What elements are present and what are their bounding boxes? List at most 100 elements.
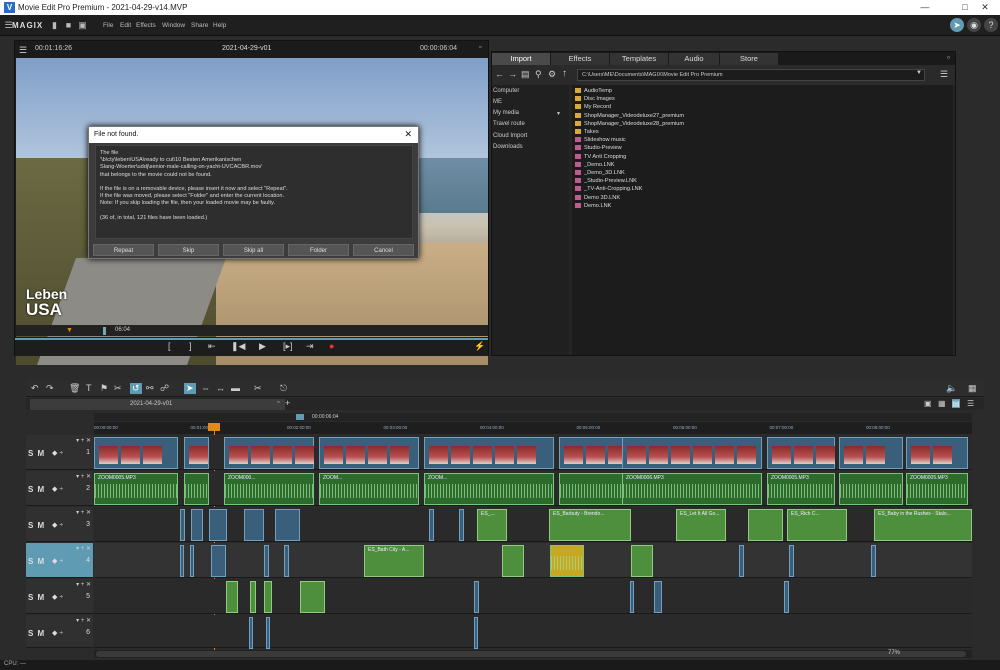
video-clip[interactable] — [622, 437, 762, 469]
record-icon[interactable]: ◉ — [967, 18, 981, 32]
storyboard-view-icon[interactable]: ▣ — [924, 399, 932, 408]
maximize-preview-icon[interactable]: ▫ — [479, 44, 481, 51]
position-bar[interactable] — [15, 338, 488, 340]
render-icon[interactable]: ⚡ — [474, 341, 485, 352]
small-clip[interactable] — [211, 545, 226, 577]
music-clip[interactable]: ES_... — [477, 509, 507, 541]
music-clip[interactable]: ES_Let It All Go... — [676, 509, 726, 541]
split-icon[interactable]: ✂ — [254, 383, 262, 394]
video-clip[interactable] — [839, 437, 903, 469]
file-item[interactable]: ShopManager_Videodeluxe28_premium — [575, 120, 684, 128]
tab-import[interactable]: Import — [492, 53, 550, 65]
menu-help[interactable]: Help — [213, 22, 226, 29]
file-item[interactable]: Disc Images — [575, 95, 615, 103]
chevron-down-icon[interactable]: ▼ — [556, 111, 561, 117]
track-solo-mute[interactable]: S M — [28, 521, 45, 530]
track-lock-icon[interactable]: ◆ ÷ — [52, 557, 63, 565]
video-clip[interactable] — [559, 437, 629, 469]
small-clip[interactable] — [474, 617, 478, 649]
small-clip[interactable] — [784, 581, 789, 613]
record-button-icon[interactable]: ● — [329, 341, 334, 351]
cancel-button[interactable]: Cancel — [353, 244, 414, 256]
timeline-view-icon[interactable]: ▤ — [952, 399, 960, 408]
video-clip[interactable] — [424, 437, 554, 469]
small-clip[interactable] — [191, 509, 203, 541]
path-dropdown-icon[interactable]: ▼ — [916, 70, 922, 76]
small-clip[interactable] — [429, 509, 434, 541]
delete-icon[interactable]: 🗑 — [69, 383, 80, 394]
redo-icon[interactable]: ↷ — [46, 383, 54, 394]
library-icon[interactable]: ▤ — [521, 69, 530, 80]
file-item[interactable]: Studio-Preview — [575, 144, 622, 152]
audio-clip[interactable] — [184, 473, 209, 505]
close-button[interactable]: ✕ — [970, 1, 1000, 14]
video-clip[interactable] — [906, 437, 968, 469]
track-header[interactable]: ▾ + ✕ S M ◆ ÷ 5 — [26, 579, 93, 614]
menu-effects[interactable]: Effects — [136, 22, 156, 29]
file-item[interactable]: _Demo.LNK — [575, 161, 614, 169]
small-clip[interactable] — [266, 617, 270, 649]
tab-close-icon[interactable]: ▫ — [277, 399, 279, 406]
audio-clip[interactable]: ZOOM0005.MP3 — [906, 473, 968, 505]
audio-clip[interactable]: ZOOM... — [424, 473, 554, 505]
mixer-icon[interactable]: ▦ — [968, 383, 977, 394]
back-icon[interactable]: ← — [495, 69, 504, 79]
music-clip[interactable]: ES_Barbuty - Brendo... — [549, 509, 631, 541]
file-item[interactable]: _Demo_3D.LNK — [575, 169, 625, 177]
track-solo-mute[interactable]: S M — [28, 629, 45, 638]
file-item[interactable]: My Record — [575, 103, 611, 111]
track-solo-mute[interactable]: S M — [28, 485, 45, 494]
small-clip[interactable] — [275, 509, 300, 541]
track-lock-icon[interactable]: ◆ ÷ — [52, 629, 63, 637]
track-solo-mute[interactable]: S M — [28, 449, 45, 458]
track-header[interactable]: ▾ + ✕ S M ◆ ÷ 4 — [26, 543, 93, 578]
forward-icon[interactable]: → — [508, 69, 517, 79]
repeat-button[interactable]: Repeat — [93, 244, 154, 256]
tab-effects[interactable]: Effects — [551, 53, 609, 65]
clip[interactable] — [226, 581, 238, 613]
nav-my-media[interactable]: My media — [493, 110, 519, 116]
video-clip[interactable] — [767, 437, 835, 469]
save-icon[interactable]: ▣ — [78, 20, 87, 30]
music-clip[interactable]: ES_Bath City - A... — [364, 545, 424, 577]
folder-button[interactable]: Folder — [288, 244, 349, 256]
skip-all-button[interactable]: Skip all — [223, 244, 284, 256]
scrollbar-thumb[interactable] — [96, 651, 966, 657]
clip[interactable] — [300, 581, 325, 613]
small-clip[interactable] — [249, 617, 253, 649]
track-lane-1[interactable] — [94, 435, 972, 470]
video-clip[interactable] — [224, 437, 314, 469]
audio-clip[interactable]: ZOOM000... — [224, 473, 314, 505]
highlighted-clip[interactable] — [550, 545, 584, 577]
track-solo-mute[interactable]: S M — [28, 557, 45, 566]
nav-downloads[interactable]: Downloads — [493, 144, 523, 150]
pool-maximize-icon[interactable]: ▫ — [947, 53, 950, 62]
undo-icon[interactable]: ↶ — [31, 383, 39, 394]
minimize-button[interactable]: — — [910, 1, 940, 14]
pin-icon[interactable]: ➤ — [950, 18, 964, 32]
file-item[interactable]: _Studio-Preview.LNK — [575, 177, 637, 185]
go-to-out-icon[interactable]: ⇥ — [306, 341, 314, 352]
video-clip[interactable] — [94, 437, 178, 469]
track-header[interactable]: ▾ + ✕ S M ◆ ÷ 2 — [26, 471, 93, 506]
nav-me[interactable]: ME — [493, 99, 502, 105]
small-clip[interactable] — [474, 581, 479, 613]
file-item[interactable]: _TV-Anti-Cropping.LNK — [575, 185, 642, 193]
go-to-in-icon[interactable]: ⇤ — [208, 341, 216, 352]
range-icon[interactable]: ▬ — [231, 383, 240, 393]
scrub-handle[interactable] — [103, 327, 106, 335]
music-clip[interactable]: ES_Baby in the Rushes - Stalo... — [874, 509, 972, 541]
link-icon[interactable]: ⚯ — [146, 383, 154, 394]
small-clip[interactable] — [871, 545, 876, 577]
track-lock-icon[interactable]: ◆ ÷ — [52, 485, 63, 493]
title-icon[interactable]: T — [86, 383, 92, 393]
music-clip[interactable] — [631, 545, 653, 577]
tab-audio[interactable]: Audio — [669, 53, 719, 65]
track-lane-4[interactable]: ES_Bath City - A... — [94, 543, 972, 578]
settings-icon[interactable]: ⚙ — [548, 69, 556, 80]
timeline-ruler[interactable]: 00:00:00:00 00:01:00:00 00:02:00:00 00:03:0… — [94, 422, 972, 434]
cut-scene-icon[interactable]: ✂ — [114, 383, 122, 394]
up-folder-icon[interactable]: ↑ — [562, 68, 567, 79]
music-clip[interactable] — [748, 509, 783, 541]
scene-view-icon[interactable]: ▦ — [938, 399, 946, 408]
